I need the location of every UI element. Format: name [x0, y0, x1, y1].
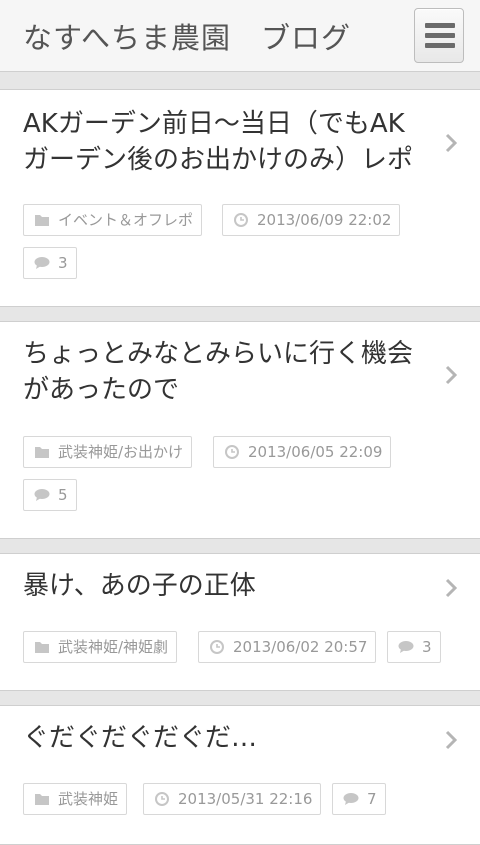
post-comments[interactable]: 3 — [23, 247, 77, 279]
post-item[interactable]: 暴け、あの子の正体 武装神姫/神姫劇 2013/06/02 20:57 3 — [0, 553, 480, 691]
post-comments[interactable]: 7 — [332, 783, 386, 815]
clock-icon — [234, 213, 248, 227]
post-date-label: 2013/06/05 22:09 — [248, 443, 383, 461]
post-category-label: 武装神姫 — [58, 790, 119, 808]
menu-button[interactable] — [414, 8, 464, 63]
folder-icon — [35, 642, 49, 653]
post-category-label: 武装神姫/お出かけ — [58, 443, 184, 461]
clock-icon — [210, 640, 224, 654]
site-header: なすへちま農園 ブログ — [0, 0, 480, 72]
site-title[interactable]: なすへちま農園 ブログ — [23, 15, 351, 57]
post-title[interactable]: 暴け、あの子の正体 — [23, 568, 423, 604]
post-date: 2013/06/09 22:02 — [222, 204, 401, 236]
post-comments[interactable]: 3 — [387, 631, 441, 663]
post-date: 2013/06/05 22:09 — [213, 436, 392, 468]
post-title[interactable]: ちょっとみなとみらいに行く機会があったので — [23, 336, 423, 408]
post-date: 2013/05/31 22:16 — [143, 783, 322, 815]
post-item[interactable]: ぐだぐだぐだぐだ… 武装神姫 2013/05/31 22:16 7 — [0, 705, 480, 845]
clock-icon — [155, 792, 169, 806]
post-comment-count: 3 — [58, 254, 68, 272]
post-title[interactable]: AKガーデン前日～当日（でもAKガーデン後のお出かけのみ）レポ — [23, 106, 423, 178]
post-title[interactable]: ぐだぐだぐだぐだ… — [23, 720, 423, 756]
post-item[interactable]: AKガーデン前日～当日（でもAKガーデン後のお出かけのみ）レポ イベント＆オフレ… — [0, 89, 480, 307]
folder-icon — [35, 794, 49, 805]
post-date: 2013/06/02 20:57 — [198, 631, 377, 663]
chevron-right-icon — [445, 578, 458, 598]
post-date-label: 2013/05/31 22:16 — [178, 790, 313, 808]
post-date-label: 2013/06/02 20:57 — [233, 638, 368, 656]
post-category[interactable]: 武装神姫 — [23, 783, 128, 815]
post-category[interactable]: 武装神姫/神姫劇 — [23, 631, 178, 663]
post-category[interactable]: イベント＆オフレポ — [23, 204, 203, 236]
post-comment-count: 5 — [58, 486, 68, 504]
post-comment-count: 3 — [422, 638, 432, 656]
post-category-label: イベント＆オフレポ — [58, 211, 194, 229]
comment-bubble-icon — [343, 793, 359, 805]
post-comments[interactable]: 5 — [23, 479, 77, 511]
folder-icon — [35, 215, 49, 226]
post-category[interactable]: 武装神姫/お出かけ — [23, 436, 193, 468]
post-category-label: 武装神姫/神姫劇 — [58, 638, 169, 656]
comment-bubble-icon — [34, 489, 50, 501]
clock-icon — [225, 445, 239, 459]
chevron-right-icon — [445, 730, 458, 750]
comment-bubble-icon — [398, 641, 414, 653]
chevron-right-icon — [445, 365, 458, 385]
comment-bubble-icon — [34, 257, 50, 269]
post-comment-count: 7 — [367, 790, 377, 808]
folder-icon — [35, 447, 49, 458]
chevron-right-icon — [445, 133, 458, 153]
post-date-label: 2013/06/09 22:02 — [257, 211, 392, 229]
post-item[interactable]: ちょっとみなとみらいに行く機会があったので 武装神姫/お出かけ 2013/06/… — [0, 321, 480, 539]
